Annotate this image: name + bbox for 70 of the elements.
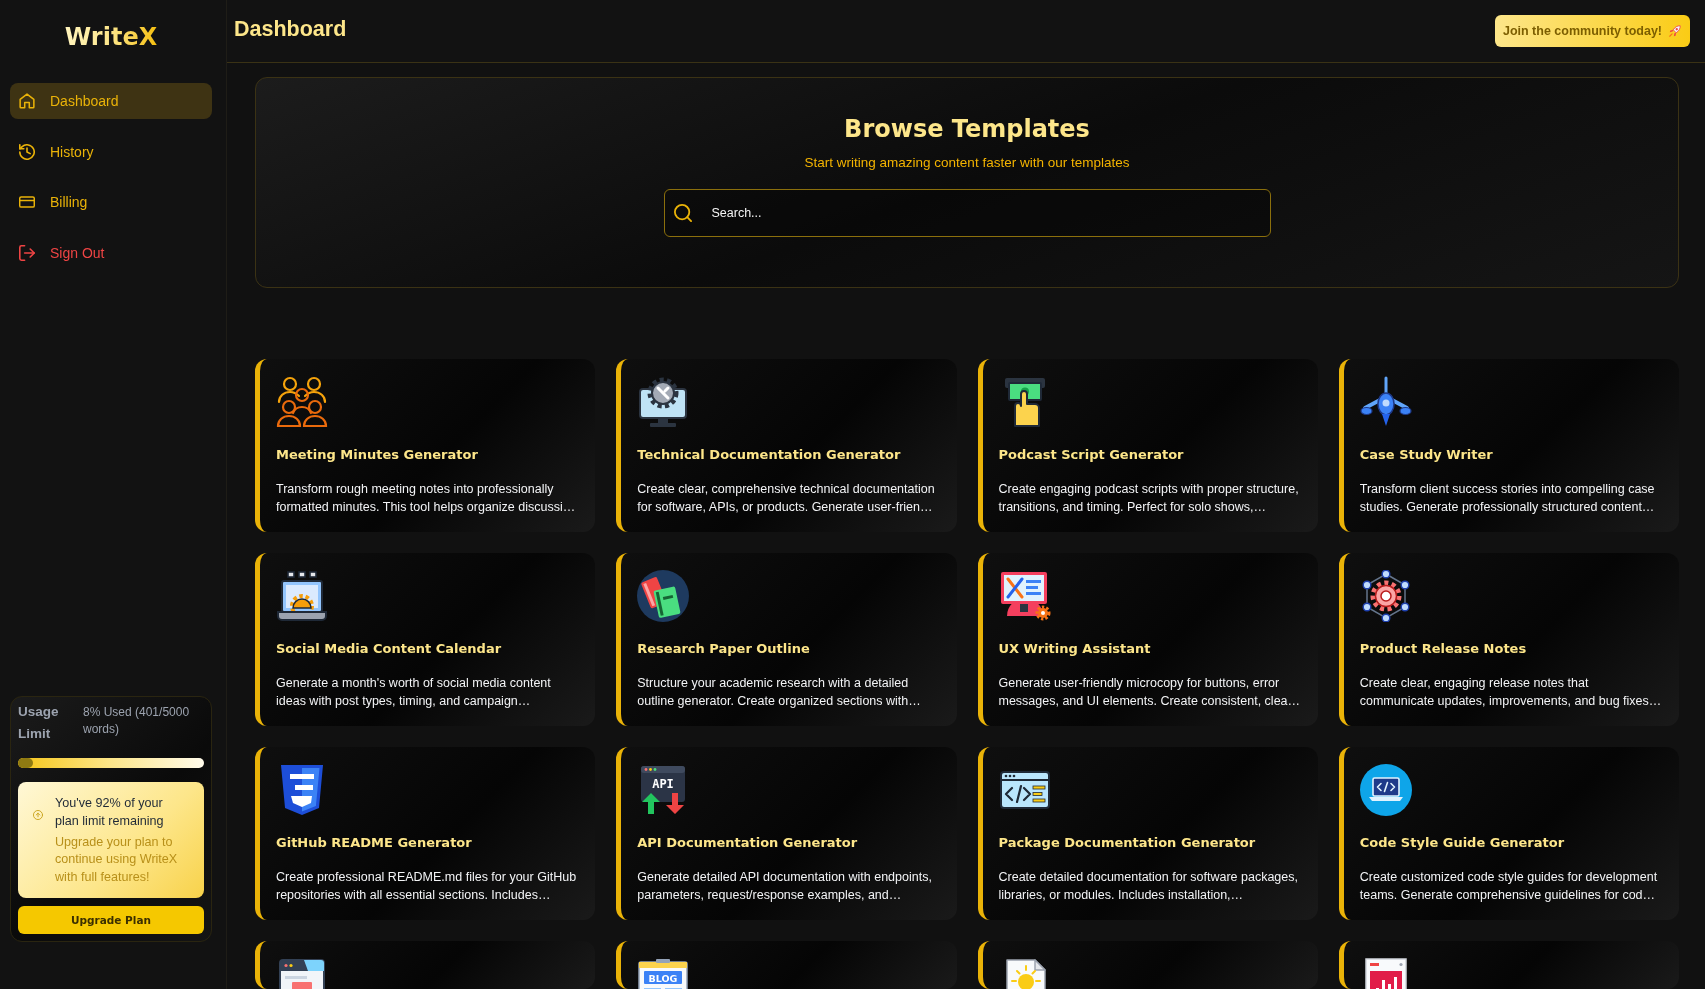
template-card[interactable]: [977, 941, 1318, 989]
template-description: Create clear, engaging release notes that communicate updates, improvements, and bug fixes…: [1359, 675, 1663, 710]
notice-text: Upgrade your plan to continue using WriteX with full features!: [55, 833, 179, 886]
template-card[interactable]: Case Study Writer Transform client success stories into compelling case studies. Generate professionally structured content…: [1338, 359, 1679, 532]
template-title: Social Media Content Calendar: [276, 640, 503, 658]
template-description: Generate user-friendly microcopy for buttons, error messages, and UI elements. Create consistent, clea…: [998, 675, 1302, 710]
template-card[interactable]: Podcast Script Generator Create engaging podcast scripts with proper structure, transitions, and timing. Perfect for solo shows,…: [977, 359, 1318, 532]
template-title: Code Style Guide Generator: [1359, 834, 1566, 852]
template-card[interactable]: API API Documentation Generator Generate detailed API documentation with endpoints, parameters, request/response examples, and…: [616, 747, 957, 920]
browse-subtitle: Start writing amazing content faster with our templates: [804, 154, 1130, 172]
template-title: UX Writing Assistant: [998, 640, 1152, 658]
template-description: Create professional README.md files for your GitHub repositories with all essential sections. Includes…: [276, 869, 578, 904]
template-card[interactable]: UX Writing Assistant Generate user-friendly microcopy for buttons, error messages, and UI elements. Create consistent, clea…: [977, 553, 1318, 726]
code-laptop-icon: [1359, 764, 1412, 816]
home-icon: [19, 93, 35, 109]
laptop-gear-icon: [276, 570, 328, 622]
template-description: Generate detailed API documentation with endpoints, parameters, request/response examples, and…: [637, 869, 933, 904]
template-description: Create customized code style guides for development teams. Generate comprehensive guidelines for cod…: [1359, 869, 1659, 904]
rocket-icon: [1668, 24, 1682, 38]
template-card[interactable]: Package Documentation Generator Create detailed documentation for software packages, libraries, or modules. Includes installation,…: [977, 747, 1318, 920]
template-description: Generate a month's worth of social media content ideas with post types, timing, and campaign…: [276, 675, 552, 710]
history-icon: [19, 143, 35, 160]
template-title: GitHub README Generator: [276, 834, 473, 852]
template-title: Technical Documentation Generator: [637, 446, 902, 464]
logout-icon: [19, 244, 35, 261]
usage-title: Usage Limit: [18, 702, 60, 743]
page-title: Dashboard: [234, 16, 347, 42]
template-description: Create detailed documentation for software packages, libraries, or modules. Includes installation,…: [998, 869, 1299, 904]
sidebar-nav-item[interactable]: History: [10, 133, 212, 170]
join-community-button[interactable]: Join the community today!: [1494, 15, 1690, 47]
template-card[interactable]: [1338, 941, 1679, 989]
template-card[interactable]: Code Style Guide Generator Create customized code style guides for development teams. Generate comprehensive guidelines for cod…: [1338, 747, 1679, 920]
search-icon: [673, 204, 692, 222]
arrow-up-circle-icon: [33, 809, 43, 820]
template-title: Podcast Script Generator: [998, 446, 1185, 464]
notice-heading: You've 92% of your plan limit remaining: [55, 794, 165, 830]
template-description: Create engaging podcast scripts with proper structure, transitions, and timing. Perfect for solo shows,…: [998, 481, 1300, 516]
search-field[interactable]: Search...: [663, 189, 1271, 237]
template-title: Package Documentation Generator: [998, 834, 1257, 852]
template-title: Research Paper Outline: [637, 640, 811, 658]
template-card[interactable]: Product Release Notes Create clear, engaging release notes that communicate updates, improvements, and bug fixes…: [1338, 553, 1679, 726]
template-description: Create clear, comprehensive technical documentation for software, APIs, or products. Generate user-frien…: [637, 481, 936, 516]
gear-monitor-icon: [637, 376, 690, 428]
credit-card-icon: [19, 194, 35, 210]
browser-window-icon: [276, 958, 328, 989]
blog-page-icon: BLOG: [637, 958, 690, 989]
monitor-tools-icon: [998, 570, 1051, 622]
upgrade-button[interactable]: Upgrade Plan: [18, 906, 204, 934]
people-group-icon: [276, 376, 328, 428]
sidebar-nav-item[interactable]: Billing: [10, 184, 212, 220]
template-card[interactable]: Technical Documentation Generator Create clear, comprehensive technical documentation for software, APIs, or products. Generate user-frien…: [616, 359, 957, 532]
template-card[interactable]: BLOG: [616, 941, 957, 989]
template-card[interactable]: Research Paper Outline Structure your academic research with a detailed outline generator. Create organized sections with…: [616, 553, 957, 726]
template-title: Meeting Minutes Generator: [276, 446, 479, 464]
airplane-icon: [1359, 376, 1412, 428]
template-description: Structure your academic research with a detailed outline generator. Create organized sections with…: [637, 675, 922, 710]
sidebar-nav-item[interactable]: Sign Out: [10, 234, 212, 271]
template-description: Transform rough meeting notes into professionally formatted minutes. This tool helps organize discussi…: [276, 481, 577, 516]
usage-reading: 8% Used (401/5000 words): [83, 703, 191, 738]
template-card[interactable]: GitHub README Generator Create professional README.md files for your GitHub repositories with all essential sections. Includes…: [255, 747, 596, 920]
template-description: Transform client success stories into compelling case studies. Generate professionally structured content…: [1359, 481, 1656, 516]
template-title: Product Release Notes: [1359, 640, 1528, 658]
template-card[interactable]: Social Media Content Calendar Generate a month's worth of social media content ideas with post types, timing, and campaign…: [255, 553, 596, 726]
template-card[interactable]: Meeting Minutes Generator Transform rough meeting notes into professionally formatted minutes. This tool helps organize discussi…: [255, 359, 596, 532]
template-title: API Documentation Generator: [637, 834, 859, 852]
template-title: Case Study Writer: [1359, 446, 1494, 464]
books-icon: [637, 570, 690, 622]
browse-title: Browse Templates: [844, 114, 1090, 144]
template-card[interactable]: [255, 941, 596, 989]
sidebar-nav-item[interactable]: Dashboard: [10, 83, 212, 119]
